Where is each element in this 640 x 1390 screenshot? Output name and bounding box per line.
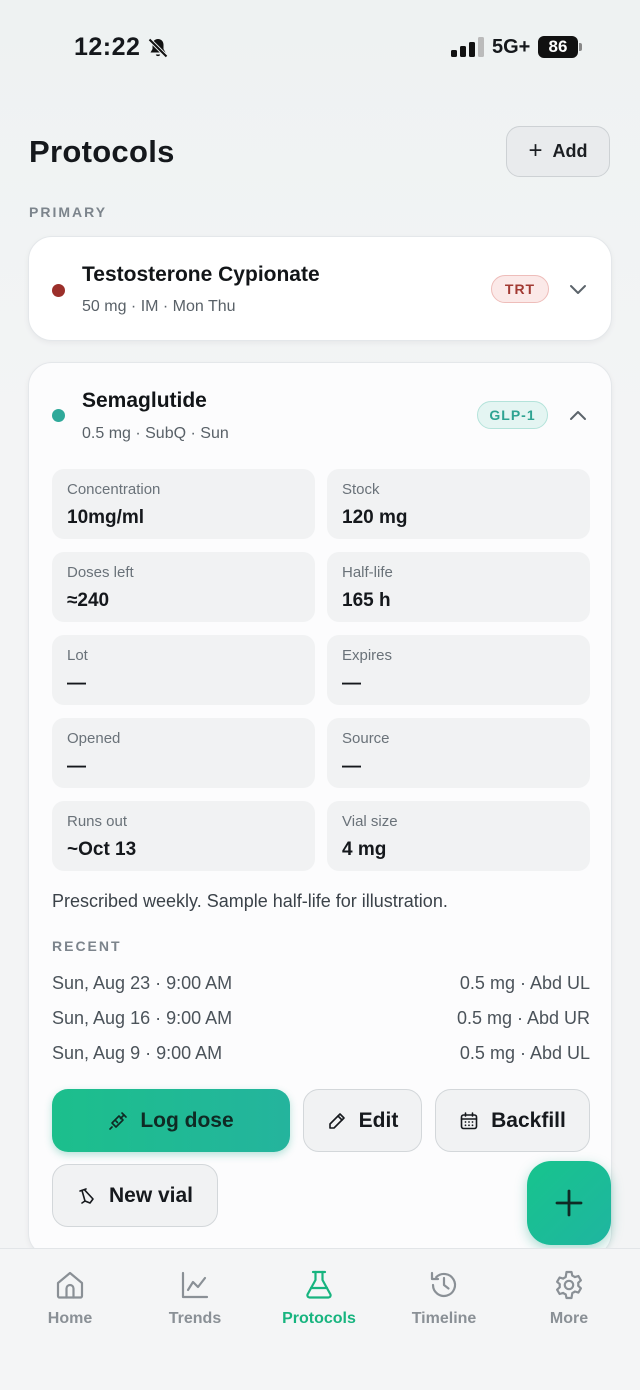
info-tile-source: Source — bbox=[327, 718, 590, 788]
log-dose-button[interactable]: Log dose bbox=[52, 1089, 290, 1152]
fab-add-button[interactable] bbox=[527, 1161, 611, 1245]
home-icon bbox=[56, 1271, 84, 1299]
tile-value: — bbox=[342, 756, 361, 777]
recent-section-label: RECENT bbox=[52, 938, 122, 954]
protocol-card-testosterone[interactable]: Testosterone Cypionate 50 mg · IM · Mon … bbox=[28, 236, 612, 341]
vial-icon bbox=[79, 1187, 94, 1204]
chevron-up-icon[interactable] bbox=[569, 409, 587, 421]
plus-icon bbox=[555, 1189, 583, 1217]
protocol-details: 0.5 mg · SubQ · Sun bbox=[82, 425, 229, 442]
recent-date: Sun, Aug 9 · 9:00 AM bbox=[52, 1043, 223, 1063]
protocol-card-semaglutide: Semaglutide 0.5 mg · SubQ · Sun GLP-1 Co… bbox=[28, 362, 612, 1257]
recent-dose-row: Sun, Aug 23 · 9:00 AM 0.5 mg · Abd UL bbox=[52, 973, 590, 997]
edit-button[interactable]: Edit bbox=[303, 1089, 422, 1152]
battery-cap bbox=[579, 43, 582, 51]
tile-value: ≈240 bbox=[67, 590, 110, 611]
tag-badge: GLP-1 bbox=[477, 401, 548, 429]
tile-label: Lot bbox=[67, 647, 88, 664]
tab-label: Timeline bbox=[411, 1310, 477, 1327]
info-tile-opened: Opened — bbox=[52, 718, 315, 788]
network-type: 5G+ bbox=[492, 36, 531, 58]
tab-label: Trends bbox=[168, 1310, 222, 1327]
info-tile-expires: Expires — bbox=[327, 635, 590, 705]
tile-label: Expires bbox=[342, 647, 393, 664]
flask-icon bbox=[306, 1270, 332, 1299]
tile-label: Stock bbox=[342, 481, 380, 498]
tile-label: Concentration bbox=[67, 481, 161, 498]
protocol-note: Prescribed weekly. Sample half-life for … bbox=[52, 891, 448, 911]
section-label-primary: PRIMARY bbox=[29, 204, 108, 220]
tile-label: Doses left bbox=[67, 564, 134, 581]
tile-value: — bbox=[67, 673, 86, 694]
new-vial-button[interactable]: New vial bbox=[52, 1164, 218, 1227]
tab-timeline[interactable]: Timeline bbox=[384, 1249, 504, 1349]
info-tile-stock: Stock 120 mg bbox=[327, 469, 590, 539]
info-tile-concentration: Concentration 10mg/ml bbox=[52, 469, 315, 539]
recent-dose: 0.5 mg · Abd UR bbox=[456, 1008, 590, 1028]
tile-label: Vial size bbox=[342, 813, 398, 830]
bell-muted-icon bbox=[148, 38, 168, 58]
recent-date: Sun, Aug 16 · 9:00 AM bbox=[52, 1008, 233, 1028]
status-dot bbox=[52, 284, 65, 297]
backfill-button[interactable]: Backfill bbox=[435, 1089, 590, 1152]
tile-label: Source bbox=[342, 730, 390, 747]
tile-value: 165 h bbox=[342, 590, 391, 611]
info-tile-runs-out: Runs out ~Oct 13 bbox=[52, 801, 315, 871]
tile-value: 4 mg bbox=[342, 839, 387, 860]
backfill-label: Backfill bbox=[491, 1108, 566, 1132]
calendar-icon bbox=[460, 1111, 478, 1129]
protocol-name: Semaglutide bbox=[82, 389, 207, 412]
page-title: Protocols bbox=[29, 134, 175, 169]
protocol-details: 50 mg · IM · Mon Thu bbox=[82, 298, 236, 315]
trends-icon bbox=[181, 1271, 209, 1299]
tile-value: 120 mg bbox=[342, 507, 408, 528]
plus-icon: + bbox=[528, 136, 543, 164]
recent-date: Sun, Aug 23 · 9:00 AM bbox=[52, 973, 233, 993]
info-tile-lot: Lot — bbox=[52, 635, 315, 705]
syringe-icon bbox=[109, 1111, 128, 1130]
tile-value: 10mg/ml bbox=[67, 507, 145, 528]
recent-dose-row: Sun, Aug 16 · 9:00 AM 0.5 mg · Abd UR bbox=[52, 1008, 590, 1032]
edit-label: Edit bbox=[358, 1108, 399, 1132]
tile-label: Half-life bbox=[342, 564, 393, 581]
tab-label: Home bbox=[47, 1310, 93, 1327]
recent-dose: 0.5 mg · Abd UL bbox=[459, 973, 590, 993]
battery-icon: 86 bbox=[538, 36, 584, 58]
tile-label: Opened bbox=[67, 730, 121, 747]
add-protocol-button[interactable]: + Add bbox=[506, 126, 610, 177]
info-tile-vial-size: Vial size 4 mg bbox=[327, 801, 590, 871]
tab-label: Protocols bbox=[282, 1310, 356, 1327]
log-dose-label: Log dose bbox=[140, 1108, 234, 1132]
gear-icon bbox=[556, 1270, 582, 1300]
add-button-label: Add bbox=[552, 141, 588, 161]
tab-label: More bbox=[549, 1310, 589, 1327]
tile-value: — bbox=[342, 673, 361, 694]
tab-protocols[interactable]: Protocols bbox=[259, 1249, 379, 1349]
status-dot bbox=[52, 409, 65, 422]
tab-more[interactable]: More bbox=[509, 1249, 629, 1349]
tab-trends[interactable]: Trends bbox=[135, 1249, 255, 1349]
tab-home[interactable]: Home bbox=[10, 1249, 130, 1349]
tile-value: — bbox=[67, 756, 86, 777]
battery-level: 86 bbox=[538, 36, 578, 58]
status-bar: 12:22 5G+ 86 bbox=[0, 0, 640, 90]
info-tile-doses-left: Doses left ≈240 bbox=[52, 552, 315, 622]
signal-icon bbox=[451, 37, 484, 57]
pencil-icon bbox=[328, 1112, 345, 1129]
new-vial-label: New vial bbox=[108, 1183, 194, 1207]
tile-label: Runs out bbox=[67, 813, 128, 830]
info-tile-half-life: Half-life 165 h bbox=[327, 552, 590, 622]
bottom-tab-bar: Home Trends Protocols Timeline More bbox=[0, 1248, 640, 1390]
tile-value: ~Oct 13 bbox=[67, 839, 137, 860]
protocol-name: Testosterone Cypionate bbox=[82, 263, 320, 286]
history-icon bbox=[430, 1271, 457, 1298]
recent-dose-row: Sun, Aug 9 · 9:00 AM 0.5 mg · Abd UL bbox=[52, 1043, 590, 1067]
tag-badge: TRT bbox=[491, 275, 549, 303]
status-time: 12:22 bbox=[74, 33, 141, 61]
recent-dose: 0.5 mg · Abd UL bbox=[459, 1043, 590, 1063]
chevron-down-icon[interactable] bbox=[569, 284, 587, 296]
